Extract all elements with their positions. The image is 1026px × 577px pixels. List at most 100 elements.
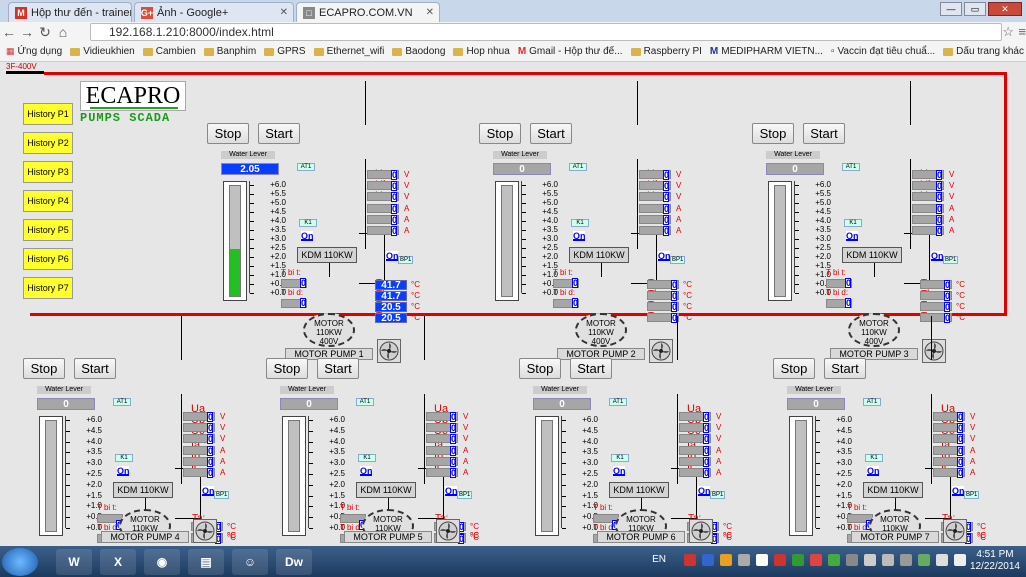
tray-icon[interactable] [882,554,894,566]
feeder-line [365,81,366,125]
tray-icon[interactable] [954,554,966,566]
stop-button[interactable]: Stop [207,123,249,144]
history-p6-button[interactable]: History P6 [23,248,73,270]
start-button[interactable]: Start [258,123,300,144]
celsius-unit: °C [227,522,236,531]
tray-icon[interactable] [828,554,840,566]
minimize-icon[interactable]: — [940,2,962,16]
fan-icon [193,519,217,543]
start-button[interactable]: Start [803,123,845,144]
tab-google-plus[interactable]: G+ Ảnh - Google+ ✕ [134,2,294,22]
k1-on-indicator: On [867,466,880,476]
reload-icon[interactable]: ↻ [36,24,54,41]
history-p3-button[interactable]: History P3 [23,161,73,183]
history-p2-button[interactable]: History P2 [23,132,73,154]
toolbar: ← → ↻ ⌂ 192.168.1.210:8000/index.html ☆ … [0,22,1026,42]
close-tab-icon[interactable]: ✕ [280,7,288,18]
stop-button[interactable]: Stop [23,358,65,379]
taskbar-app-icon[interactable]: ◉ [144,548,180,575]
bookmark-item[interactable]: GPRS [264,46,306,57]
bookmark-item[interactable]: Banphim [203,46,256,57]
scale-tick: +4.0 [309,437,345,446]
stop-button[interactable]: Stop [519,358,561,379]
tray-icon[interactable] [846,554,858,566]
current-meter: 0 [426,468,458,478]
tray-icon[interactable] [936,554,948,566]
tab-gmail[interactable]: M Hộp thư đến - trainer.ecap [8,2,132,22]
bookmark-item-other[interactable]: Dấu trang khác [943,46,1024,57]
tray-icon[interactable] [774,554,786,566]
tray-icon[interactable] [900,554,912,566]
tray-icon[interactable] [864,554,876,566]
bookmark-item[interactable]: Baodong [392,46,445,57]
close-tab-icon[interactable]: ✕ [426,7,434,18]
scale-tick: +2.0 [562,480,598,489]
tray-icon[interactable] [918,554,930,566]
scale-tick: +4.0 [522,217,558,225]
menu-icon[interactable]: ≡ [1018,24,1026,39]
history-p7-button[interactable]: History P7 [23,277,73,299]
folder-icon [453,47,464,56]
windows-taskbar: W X ◉ ▤ ☺ Dw EN 4:51 PM 12/22/2014 [0,546,1026,577]
tray-icon[interactable] [756,554,768,566]
taskbar-app-icon[interactable]: ▤ [188,548,224,575]
tray-icon[interactable] [684,554,696,566]
address-bar[interactable]: 192.168.1.210:8000/index.html [90,23,1002,41]
history-p5-button[interactable]: History P5 [23,219,73,241]
tray-icon[interactable] [702,554,714,566]
bookmark-item[interactable]: M Gmail - Hộp thư đế... [518,46,623,57]
stop-button[interactable]: Stop [773,358,815,379]
bookmark-item[interactable]: Cambien [142,46,196,57]
start-button[interactable]: Start [317,358,359,379]
tray-icon[interactable] [720,554,732,566]
forward-icon[interactable]: → [18,24,36,40]
feeder-line [910,159,911,249]
taskbar-app-icon[interactable]: W [56,548,92,575]
celsius-unit: °C [683,291,692,300]
bookmark-star-icon[interactable]: ☆ [1002,24,1014,40]
stop-button[interactable]: Stop [266,358,308,379]
bookmark-item[interactable]: ▫ Vaccin đạt tiêu chuẩ... [831,46,935,57]
scale-tick: +2.5 [250,244,286,252]
bookmark-item[interactable]: Vidieukhien [70,46,135,57]
start-button[interactable]: Start [570,358,612,379]
amp-unit: A [970,468,976,477]
bookmark-item[interactable]: M MEDIPHARM VIETN... [710,46,823,57]
bookmark-item[interactable]: ▦ Ứng dụng [6,46,62,57]
taskbar-app-icon[interactable]: Dw [276,548,312,575]
history-p4-button[interactable]: History P4 [23,190,73,212]
bookmark-item[interactable]: Ethernet_wifi [313,46,384,57]
stop-button[interactable]: Stop [479,123,521,144]
close-window-icon[interactable]: ✕ [988,2,1022,16]
system-clock[interactable]: 4:51 PM 12/22/2014 [970,549,1020,573]
tray-icon[interactable] [792,554,804,566]
maximize-icon[interactable]: ▭ [964,2,986,16]
tray-icon[interactable] [738,554,750,566]
tray-icon[interactable] [810,554,822,566]
amp-unit: A [676,215,682,224]
fan-icon [689,519,713,543]
start-button[interactable]: Start [530,123,572,144]
celsius-unit: °C [411,291,420,300]
start-button[interactable]: Start [74,358,116,379]
taskbar-app-icon[interactable]: ☺ [232,548,268,575]
amp-unit: A [949,204,955,213]
volt-unit: V [949,192,955,201]
voltage-meter: 0 [679,412,711,422]
back-icon[interactable]: ← [0,24,18,40]
bp1-tag: BP1 [943,256,959,264]
bookmark-item[interactable]: Raspberry PI [630,46,702,57]
history-p1-button[interactable]: History P1 [23,103,73,125]
home-icon[interactable]: ⌂ [54,24,72,40]
current-meter: 0 [367,204,399,214]
tab-ecapro[interactable]: □ ECAPRO.COM.VN ✕ [296,2,440,22]
k1-on-indicator: On [301,231,314,241]
stop-button[interactable]: Stop [752,123,794,144]
celsius-unit: °C [227,531,236,540]
start-button[interactable] [2,547,38,576]
taskbar-app-icon[interactable]: X [100,548,136,575]
bookmark-item[interactable]: Hop nhua [453,46,510,57]
volt-unit: V [970,412,976,421]
language-indicator[interactable]: EN [652,554,666,565]
start-button[interactable]: Start [824,358,866,379]
